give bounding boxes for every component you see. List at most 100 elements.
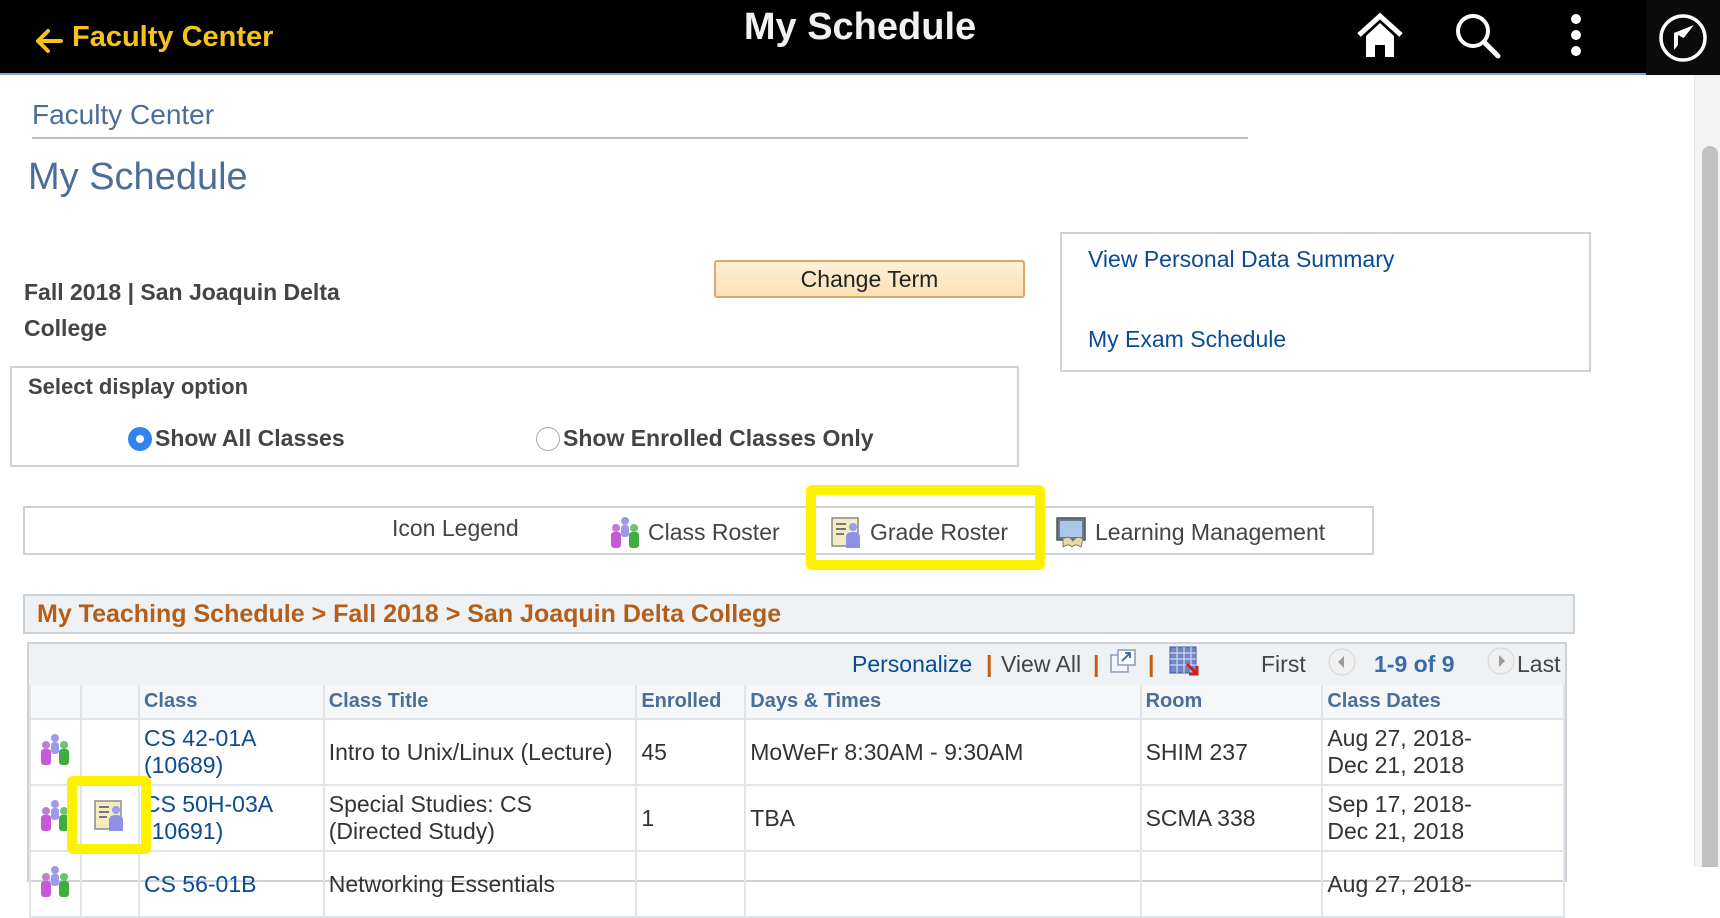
enrolled: 1 bbox=[641, 804, 655, 831]
show-enrolled-classes-only-radio[interactable]: Show Enrolled Classes Only bbox=[536, 425, 874, 452]
dates-line2: Dec 21, 2018 bbox=[1327, 818, 1465, 844]
radio-selected-icon[interactable] bbox=[128, 426, 152, 451]
title-line2: (Directed Study) bbox=[328, 818, 495, 844]
col-header-class-dates[interactable]: Class Dates bbox=[1321, 685, 1565, 720]
view-all-link[interactable]: View All bbox=[1001, 651, 1081, 678]
page-range: 1-9 of 9 bbox=[1374, 651, 1455, 677]
show-all-classes-radio[interactable]: Show All Classes bbox=[128, 425, 345, 452]
class-title-cell: Special Studies: CS (Directed Study) bbox=[322, 784, 638, 852]
col-header-class[interactable]: Class bbox=[137, 685, 325, 720]
zoom-grid-icon[interactable] bbox=[1109, 648, 1137, 674]
room: SCMA 338 bbox=[1145, 804, 1256, 831]
breadcrumb[interactable]: Faculty Center bbox=[32, 99, 214, 131]
grade-roster-cell[interactable] bbox=[79, 850, 140, 918]
class-link[interactable]: CS 42-01A (10689) bbox=[137, 718, 325, 786]
search-button[interactable] bbox=[1450, 8, 1506, 64]
room-cell: SHIM 237 bbox=[1139, 718, 1324, 786]
display-option-group: Select display option Show All Classes S… bbox=[10, 366, 1019, 467]
enrolled: 45 bbox=[641, 738, 667, 765]
back-to-faculty-center-button[interactable]: Faculty Center bbox=[34, 18, 273, 56]
class-roster-cell[interactable] bbox=[29, 718, 82, 786]
col-header-class-title[interactable]: Class Title bbox=[322, 685, 638, 720]
back-label: Faculty Center bbox=[72, 20, 274, 53]
title-line1: Intro to Unix/Linux (Lecture) bbox=[328, 738, 613, 765]
side-links-panel: View Personal Data Summary My Exam Sched… bbox=[1060, 232, 1591, 372]
class-roster-cell[interactable] bbox=[29, 850, 82, 918]
legend-label: Class Roster bbox=[648, 518, 780, 545]
grade-roster-cell[interactable] bbox=[79, 718, 140, 786]
enrolled-cell: 45 bbox=[635, 718, 747, 786]
class-title-cell: Networking Essentials bbox=[322, 850, 638, 918]
days-times: MoWeFr 8:30AM - 9:30AM bbox=[750, 738, 1024, 765]
class-roster-icon[interactable] bbox=[38, 864, 72, 898]
back-arrow-icon bbox=[36, 29, 63, 53]
my-exam-schedule-link[interactable]: My Exam Schedule bbox=[1088, 326, 1286, 353]
icon-legend: Icon Legend Class Roster Grade Roster Le… bbox=[23, 506, 1374, 555]
class-line1: CS 50H-03A bbox=[143, 791, 274, 817]
title-line1: Networking Essentials bbox=[328, 870, 555, 897]
teaching-schedule-header: My Teaching Schedule > Fall 2018 > San J… bbox=[23, 594, 1575, 634]
table-row: CS 56-01B Networking Essentials Aug 27, … bbox=[29, 850, 1565, 918]
col-header-room[interactable]: Room bbox=[1139, 685, 1324, 720]
icon-legend-title: Icon Legend bbox=[392, 515, 519, 542]
class-dates-cell: Aug 27, 2018- Dec 21, 2018 bbox=[1321, 718, 1565, 786]
home-button[interactable] bbox=[1352, 8, 1408, 64]
learning-management-icon bbox=[1056, 517, 1086, 548]
first-page-link[interactable]: First bbox=[1261, 651, 1306, 678]
class-roster-icon bbox=[611, 517, 639, 548]
teaching-schedule-title: My Teaching Schedule > Fall 2018 > San J… bbox=[37, 600, 782, 628]
class-link[interactable]: CS 56-01B bbox=[137, 850, 325, 918]
radio-label: Show All Classes bbox=[155, 425, 345, 451]
grade-roster-icon bbox=[831, 517, 860, 548]
navbar-compass-icon bbox=[1659, 13, 1707, 62]
class-line1: CS 56-01B bbox=[143, 870, 257, 897]
enrolled-cell: 1 bbox=[635, 784, 747, 852]
days-times-cell: MoWeFr 8:30AM - 9:30AM bbox=[744, 718, 1142, 786]
dates-line1: Sep 17, 2018- bbox=[1327, 791, 1472, 817]
term-line-2: College bbox=[24, 315, 108, 341]
class-link[interactable]: CS 50H-03A (10691) bbox=[137, 784, 325, 852]
change-term-button[interactable]: Change Term bbox=[714, 260, 1025, 298]
grid-navigation-bar: Personalize | View All | | First 1-9 of … bbox=[29, 644, 1565, 687]
schedule-table: Class Class Title Enrolled Days & Times … bbox=[29, 685, 1565, 918]
enrolled-cell bbox=[635, 850, 747, 918]
page-title: My Schedule bbox=[28, 156, 248, 198]
legend-item-class-roster: Class Roster bbox=[608, 515, 780, 549]
view-personal-data-summary-link[interactable]: View Personal Data Summary bbox=[1088, 246, 1394, 273]
title-line1: Special Studies: CS bbox=[328, 791, 533, 817]
class-title-cell: Intro to Unix/Linux (Lecture) bbox=[322, 718, 638, 786]
grade-roster-icon[interactable] bbox=[93, 798, 127, 832]
col-header-roster bbox=[29, 685, 82, 720]
table-header-row: Class Class Title Enrolled Days & Times … bbox=[29, 685, 1565, 720]
days-times: TBA bbox=[750, 804, 795, 831]
col-header-days-times[interactable]: Days & Times bbox=[744, 685, 1142, 720]
table-row: CS 50H-03A (10691) Special Studies: CS (Di… bbox=[29, 784, 1565, 852]
personalize-link[interactable]: Personalize bbox=[852, 651, 972, 678]
legend-item-learning-management: Learning Management bbox=[1055, 515, 1325, 549]
separator: | bbox=[986, 651, 993, 677]
display-option-label: Select display option bbox=[28, 374, 249, 399]
class-dates-cell: Sep 17, 2018- Dec 21, 2018 bbox=[1321, 784, 1565, 852]
previous-page-icon[interactable] bbox=[1327, 647, 1357, 677]
days-times-cell: TBA bbox=[744, 784, 1142, 852]
class-roster-icon[interactable] bbox=[38, 798, 72, 832]
class-roster-icon[interactable] bbox=[38, 732, 72, 766]
col-header-enrolled[interactable]: Enrolled bbox=[635, 685, 747, 720]
grade-roster-cell[interactable] bbox=[79, 784, 140, 852]
legend-item-grade-roster: Grade Roster bbox=[830, 515, 1008, 549]
last-page-link[interactable]: Last bbox=[1517, 651, 1560, 678]
more-options-button[interactable] bbox=[1548, 8, 1604, 64]
dates-line1: Aug 27, 2018- bbox=[1327, 870, 1472, 897]
dates-line1: Aug 27, 2018- bbox=[1327, 725, 1472, 751]
navbar-button[interactable] bbox=[1646, 0, 1720, 75]
next-page-icon[interactable] bbox=[1486, 646, 1516, 676]
room-cell bbox=[1139, 850, 1324, 918]
download-excel-icon[interactable] bbox=[1167, 644, 1201, 678]
separator: | bbox=[1148, 651, 1155, 677]
scrollbar-thumb[interactable] bbox=[1702, 146, 1718, 867]
class-roster-cell[interactable] bbox=[29, 784, 82, 852]
more-options-icon bbox=[1571, 14, 1581, 56]
teaching-schedule-grid: Personalize | View All | | First 1-9 of … bbox=[27, 642, 1567, 918]
class-line2: (10689) bbox=[143, 752, 224, 778]
radio-unselected-icon[interactable] bbox=[536, 426, 560, 451]
